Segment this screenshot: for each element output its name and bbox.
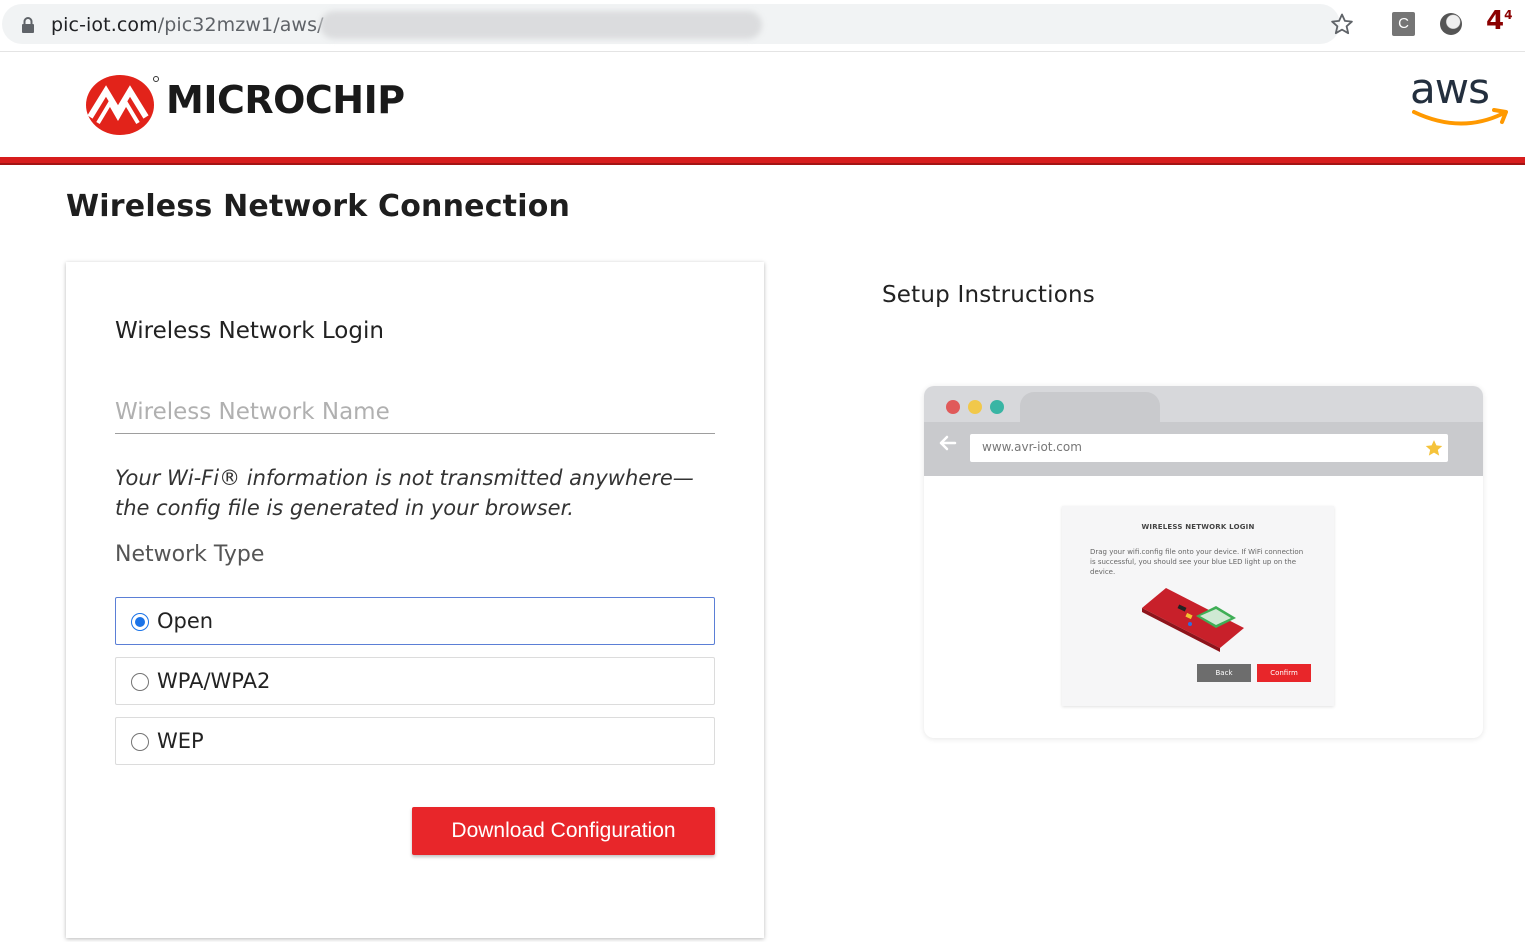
url-text: pic-iot.com/pic32mzw1/aws/ xyxy=(51,14,324,36)
illustration-address-row: www.avr-iot.com xyxy=(924,422,1483,476)
radio-label: WEP xyxy=(157,729,204,753)
address-bar[interactable]: pic-iot.com/pic32mzw1/aws/ xyxy=(2,4,1340,44)
radio-selected-dot xyxy=(135,617,145,627)
illustration-back-button: Back xyxy=(1197,664,1251,682)
aws-smile-icon xyxy=(1412,108,1508,126)
radio-button-wpa[interactable] xyxy=(131,673,149,691)
url-domain: pic-iot.com xyxy=(51,14,158,36)
dev-board-icon xyxy=(1142,588,1244,652)
window-close-dot-icon xyxy=(946,400,960,414)
aws-logo[interactable]: aws xyxy=(1410,64,1514,136)
url-path: /pic32mzw1/aws/ xyxy=(157,14,324,36)
window-maximize-dot-icon xyxy=(990,400,1004,414)
extension-c-icon[interactable]: C xyxy=(1392,12,1415,36)
extension-badge-icon[interactable]: 44 xyxy=(1486,6,1512,36)
redacted-url-blur xyxy=(320,11,762,39)
illustration-url-text: www.avr-iot.com xyxy=(982,440,1082,454)
browser-toolbar: pic-iot.com/pic32mzw1/aws/ C 44 xyxy=(0,0,1525,52)
extension-circle-icon[interactable] xyxy=(1440,13,1462,35)
illustration-login-card: WIRELESS NETWORK LOGIN Drag your wifi.co… xyxy=(1062,506,1334,706)
back-arrow-icon xyxy=(939,435,957,451)
bookmark-star-icon[interactable] xyxy=(1330,12,1354,36)
radio-button-open[interactable] xyxy=(131,613,149,631)
illustration-browser-chrome: www.avr-iot.com xyxy=(924,386,1483,476)
network-type-wpa-option[interactable]: WPA/WPA2 xyxy=(115,657,715,705)
ssid-input[interactable] xyxy=(115,390,715,434)
radio-label: WPA/WPA2 xyxy=(157,669,271,693)
setup-illustration: www.avr-iot.com WIRELESS NETWORK LOGIN D… xyxy=(924,386,1483,738)
network-type-label: Network Type xyxy=(115,542,265,567)
window-minimize-dot-icon xyxy=(968,400,982,414)
radio-button-wep[interactable] xyxy=(131,733,149,751)
illustration-card-body: Drag your wifi.config file onto your dev… xyxy=(1090,548,1304,576)
illustration-url-field: www.avr-iot.com xyxy=(970,434,1448,462)
microchip-wordmark[interactable]: MICROCHIP xyxy=(166,78,405,122)
header-divider xyxy=(0,157,1525,165)
wifi-login-card: Wireless Network Login Your Wi-Fi® infor… xyxy=(66,262,764,938)
card-title: Wireless Network Login xyxy=(115,318,384,344)
illustration-card-title: WIRELESS NETWORK LOGIN xyxy=(1141,523,1255,531)
page-title: Wireless Network Connection xyxy=(66,189,571,224)
star-icon xyxy=(1425,440,1443,456)
lock-icon[interactable] xyxy=(21,17,35,33)
radio-label: Open xyxy=(157,609,214,633)
privacy-note: Your Wi-Fi® information is not transmitt… xyxy=(115,466,694,520)
download-configuration-button[interactable]: Download Configuration xyxy=(412,807,715,855)
setup-instructions-title: Setup Instructions xyxy=(882,282,1095,308)
network-type-open-option[interactable]: Open xyxy=(115,597,715,645)
network-type-wep-option[interactable]: WEP xyxy=(115,717,715,765)
aws-logo-text: aws xyxy=(1410,64,1490,113)
illustration-confirm-button: Confirm xyxy=(1257,664,1311,682)
microchip-logo-icon[interactable] xyxy=(84,73,160,137)
